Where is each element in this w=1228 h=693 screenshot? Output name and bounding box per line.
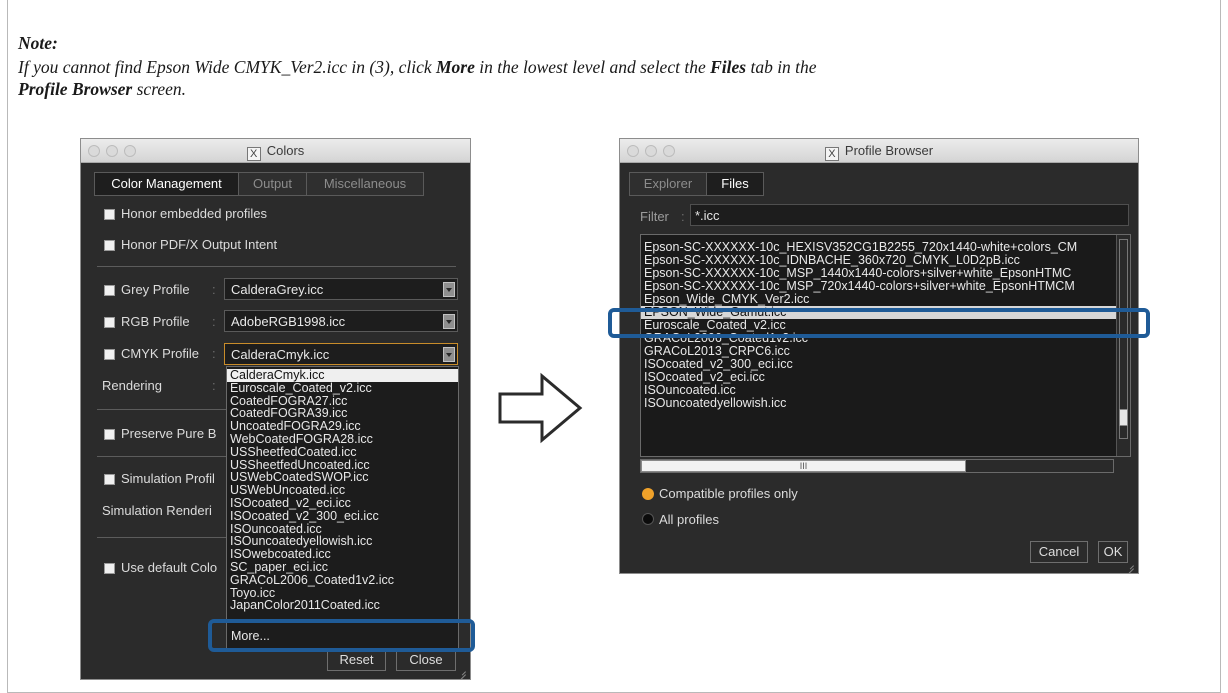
all-profiles-radio-label: All profiles (659, 512, 719, 527)
profile-file-list: Epson-SC-XXXXXX-10c_HEXISV352CG1B2255_72… (640, 234, 1131, 457)
dropdown-item[interactable]: SC_paper_eci.icc (227, 561, 458, 574)
x11-app-icon: X (246, 147, 261, 161)
dropdown-item[interactable]: GRACoL2006_Coated1v2.icc (227, 574, 458, 587)
note-block: Note: If you cannot find Epson Wide CMYK… (18, 32, 1213, 100)
epson-wide-gamut-highlight (608, 308, 1150, 338)
note-files-emphasis: Files (710, 57, 747, 77)
dropdown-item[interactable]: USSheetfedUncoated.icc (227, 459, 458, 472)
honor-embedded-label: Honor embedded profiles (121, 206, 267, 221)
all-profiles-radio[interactable] (642, 513, 654, 525)
rendering-label: Rendering (102, 378, 162, 393)
cmyk-profile-select[interactable]: CalderaCmyk.icc (224, 343, 458, 365)
filter-input[interactable]: *.icc (690, 204, 1129, 226)
profile-browser-titlebar: X Profile Browser (620, 139, 1138, 163)
note-text-1: If you cannot find Epson Wide CMYK_Ver2.… (18, 57, 436, 77)
rgb-profile-select[interactable]: AdobeRGB1998.icc (224, 310, 458, 332)
filter-label: Filter (640, 209, 669, 224)
simulation-profile-checkbox[interactable] (104, 474, 115, 485)
more-highlight (208, 619, 475, 652)
chevron-down-icon[interactable] (443, 347, 455, 362)
chevron-down-icon[interactable] (443, 314, 455, 329)
dropdown-item[interactable]: USSheetfedCoated.icc (227, 446, 458, 459)
x11-app-icon: X (824, 147, 839, 161)
rendering-colon: : (212, 378, 216, 393)
dropdown-item[interactable]: ISOuncoated.icc (227, 523, 458, 536)
colors-titlebar: X Colors (81, 139, 470, 163)
rgb-profile-colon: : (212, 314, 216, 329)
dropdown-item[interactable]: UncoatedFOGRA29.icc (227, 420, 458, 433)
tab-output[interactable]: Output (238, 172, 307, 196)
dropdown-item[interactable]: CoatedFOGRA39.icc (227, 407, 458, 420)
horizontal-scrollbar[interactable]: III (640, 459, 1114, 473)
grey-profile-value: CalderaGrey.icc (231, 282, 324, 297)
preserve-pure-label: Preserve Pure B (121, 426, 217, 441)
note-text-3: tab in the (746, 57, 817, 77)
dropdown-item[interactable]: Toyo.icc (227, 587, 458, 600)
grey-profile-check-icon: ✔ (104, 283, 115, 297)
cmyk-profile-label: CMYK Profile (121, 346, 200, 361)
profile-browser-window: X Profile Browser Explorer Files Filter :… (619, 138, 1139, 574)
note-profile-browser-emphasis: Profile Browser (18, 79, 133, 99)
dropdown-item[interactable]: USWebCoatedSWOP.icc (227, 471, 458, 484)
dropdown-list: CalderaCmyk.icc Euroscale_Coated_v2.icc Co… (227, 367, 458, 612)
right-arrow-icon (498, 372, 583, 444)
colors-window-title: X Colors (81, 143, 470, 161)
cmyk-profile-check-icon: ✔ (104, 347, 115, 361)
colors-window: X Colors Color Management Output Miscella… (80, 138, 471, 680)
dropdown-item[interactable]: ISOcoated_v2_eci.icc (227, 497, 458, 510)
horizontal-scroll-grip: III (799, 461, 808, 471)
dropdown-item[interactable]: JapanColor2011Coated.icc (227, 599, 458, 612)
compatible-radio-label: Compatible profiles only (659, 486, 798, 501)
dropdown-item[interactable]: CoatedFOGRA27.icc (227, 395, 458, 408)
separator (97, 266, 456, 267)
note-text-4: screen. (132, 79, 187, 99)
grey-profile-select[interactable]: CalderaGrey.icc (224, 278, 458, 300)
dropdown-item[interactable]: ISOuncoatedyellowish.icc (227, 535, 458, 548)
reset-button[interactable]: Reset (327, 649, 386, 671)
close-button[interactable]: Close (396, 649, 456, 671)
grey-profile-colon: : (212, 282, 216, 297)
rgb-profile-value: AdobeRGB1998.icc (231, 314, 346, 329)
horizontal-scroll-thumb[interactable]: III (641, 460, 966, 472)
profile-list-item[interactable]: ISOuncoatedyellowish.icc (641, 397, 1117, 410)
rgb-profile-check-icon: ✔ (104, 315, 115, 329)
note-more-emphasis: More (435, 57, 475, 77)
resize-grip-icon[interactable] (456, 665, 468, 677)
cmyk-profile-colon: : (212, 346, 216, 361)
cmyk-profile-value: CalderaCmyk.icc (231, 347, 330, 362)
dropdown-item[interactable]: Euroscale_Coated_v2.icc (227, 382, 458, 395)
simulation-rendering-label: Simulation Renderi (102, 503, 212, 518)
tab-miscellaneous[interactable]: Miscellaneous (306, 172, 424, 196)
cancel-button[interactable]: Cancel (1030, 541, 1088, 563)
scroll-grip-icon[interactable] (1119, 409, 1128, 426)
use-default-label: Use default Colo (121, 560, 218, 575)
tab-files[interactable]: Files (706, 172, 764, 196)
filter-colon: : (681, 209, 685, 224)
preserve-pure-check-icon: ✔ (104, 427, 115, 441)
honor-pdfx-checkbox[interactable] (104, 240, 115, 251)
chevron-down-icon[interactable] (443, 282, 455, 297)
honor-pdfx-label: Honor PDF/X Output Intent (121, 237, 278, 252)
tab-color-management[interactable]: Color Management (94, 172, 239, 196)
resize-grip-icon[interactable] (1124, 559, 1136, 571)
note-title: Note: (18, 33, 58, 53)
compatible-radio[interactable] (642, 488, 654, 500)
dropdown-item[interactable]: WebCoatedFOGRA28.icc (227, 433, 458, 446)
note-text-2: in the lowest level and select the (474, 57, 711, 77)
dropdown-item[interactable]: CalderaCmyk.icc (227, 369, 458, 382)
tab-explorer[interactable]: Explorer (629, 172, 707, 196)
filter-value: *.icc (695, 208, 720, 223)
honor-embedded-checkbox[interactable] (104, 209, 115, 220)
use-default-checkbox[interactable] (104, 563, 115, 574)
vertical-scrollbar[interactable] (1116, 235, 1130, 456)
grey-profile-label: Grey Profile (121, 282, 190, 297)
dropdown-item[interactable]: ISOwebcoated.icc (227, 548, 458, 561)
dropdown-item[interactable]: USWebUncoated.icc (227, 484, 458, 497)
dropdown-item[interactable]: ISOcoated_v2_300_eci.icc (227, 510, 458, 523)
rgb-profile-label: RGB Profile (121, 314, 190, 329)
cmyk-profile-dropdown: CalderaCmyk.icc Euroscale_Coated_v2.icc Co… (226, 366, 459, 628)
simulation-profile-label: Simulation Profil (121, 471, 215, 486)
profile-browser-title: X Profile Browser (620, 143, 1138, 161)
